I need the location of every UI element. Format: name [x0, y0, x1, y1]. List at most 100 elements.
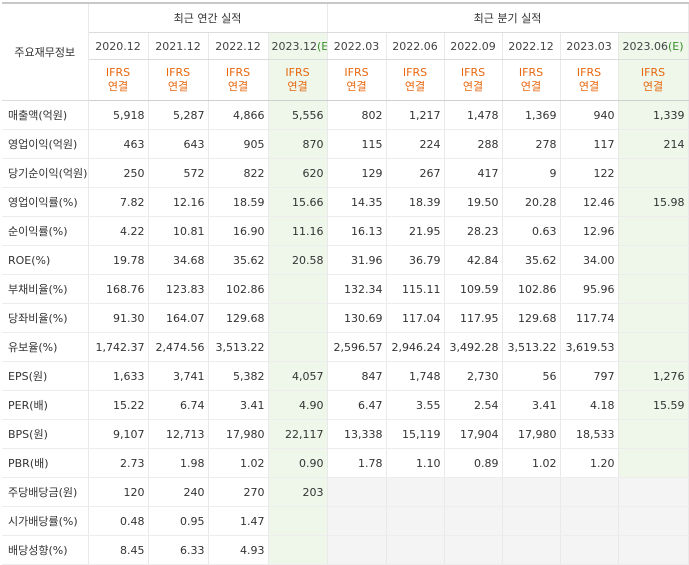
- table-cell: 20.58: [268, 245, 328, 275]
- table-cell: 3,513.22: [502, 332, 561, 362]
- table-cell: [502, 535, 561, 565]
- period-label: 2021.12: [155, 39, 201, 53]
- table-cell: [618, 303, 689, 333]
- ifrs-label: IFRS 연결: [208, 59, 269, 101]
- table-cell: 129: [326, 158, 387, 188]
- financial-table-body: 매출액(억원) 5,918 5,287 4,866 5,556 802 1,217 1,478…: [2, 100, 689, 565]
- row-label: 유보율(%): [2, 332, 89, 362]
- row-label: BPS(원): [2, 419, 89, 449]
- table-cell: 0.48: [88, 506, 149, 536]
- table-cell: 5,287: [148, 100, 209, 130]
- table-cell: 168.76: [88, 274, 149, 304]
- table-cell: 34.68: [148, 245, 209, 275]
- table-cell: 250: [88, 158, 149, 188]
- table-cell: 224: [386, 129, 445, 159]
- table-cell: [560, 535, 619, 565]
- table-cell: [386, 535, 445, 565]
- table-cell: 18.59: [208, 187, 269, 217]
- table-cell: [502, 506, 561, 536]
- table-cell: 463: [88, 129, 149, 159]
- table-cell: 4.18: [560, 390, 619, 420]
- table-cell: 12.46: [560, 187, 619, 217]
- table-cell: 2,596.57: [326, 332, 387, 362]
- table-cell: 278: [502, 129, 561, 159]
- table-cell: 572: [148, 158, 209, 188]
- table-cell: [618, 332, 689, 362]
- row-label: 주당배당금(원): [2, 477, 89, 507]
- table-cell: 12.16: [148, 187, 209, 217]
- table-row: 순이익률(%) 4.22 10.81 16.90 11.16 16.13 21.95 28.2…: [2, 216, 689, 246]
- table-cell: 4.90: [268, 390, 328, 420]
- ifrs-consolidated: 연결: [107, 80, 129, 93]
- table-cell: 2.73: [88, 448, 149, 478]
- financial-summary-table: 주요재무정보 최근 연간 실적 최근 분기 실적 2020.12 2021.12 2…: [2, 2, 689, 565]
- table-cell: 19.78: [88, 245, 149, 275]
- ifrs-label: IFRS 연결: [386, 59, 445, 101]
- ifrs-label: IFRS 연결: [326, 59, 387, 101]
- table-cell: 130.69: [326, 303, 387, 333]
- table-cell: 1,748: [386, 361, 445, 391]
- table-cell: 115.11: [386, 274, 445, 304]
- ifrs-standard: IFRS: [105, 66, 131, 79]
- table-cell: [560, 477, 619, 507]
- table-cell: 240: [148, 477, 209, 507]
- table-cell: 16.90: [208, 216, 269, 246]
- row-label: 당좌비율(%): [2, 303, 89, 333]
- table-cell: 15.98: [618, 187, 689, 217]
- table-cell: 417: [444, 158, 503, 188]
- period-label: 2020.12: [95, 39, 141, 53]
- table-cell: 4.93: [208, 535, 269, 565]
- table-cell: 1,217: [386, 100, 445, 130]
- row-label: ROE(%): [2, 245, 89, 275]
- table-cell: 19.50: [444, 187, 503, 217]
- table-cell: 115: [326, 129, 387, 159]
- period-header: 2022.09: [444, 32, 503, 60]
- table-cell: 17,904: [444, 419, 503, 449]
- ifrs-standard: IFRS: [165, 66, 191, 79]
- table-cell: 102.86: [208, 274, 269, 304]
- table-cell: 3.41: [208, 390, 269, 420]
- table-cell: 1,478: [444, 100, 503, 130]
- table-row: 주당배당금(원) 120 240 270 203: [2, 477, 689, 507]
- table-cell: 18.39: [386, 187, 445, 217]
- table-cell: [618, 158, 689, 188]
- table-cell: [618, 216, 689, 246]
- table-cell: 3,619.53: [560, 332, 619, 362]
- table-cell: 164.07: [148, 303, 209, 333]
- table-cell: 4.22: [88, 216, 149, 246]
- row-label: 영업이익률(%): [2, 187, 89, 217]
- table-cell: 17,980: [208, 419, 269, 449]
- ifrs-label: IFRS 연결: [618, 59, 689, 101]
- row-label: 배당성향(%): [2, 535, 89, 565]
- period-label: 2022.03: [333, 39, 380, 53]
- table-cell: 4,866: [208, 100, 269, 130]
- table-cell: 16.13: [326, 216, 387, 246]
- table-cell: 5,918: [88, 100, 149, 130]
- table-cell: 822: [208, 158, 269, 188]
- table-row: BPS(원) 9,107 12,713 17,980 22,117 13,338 15,11…: [2, 419, 689, 449]
- ifrs-label: IFRS 연결: [88, 59, 149, 101]
- table-cell: [326, 506, 387, 536]
- ifrs-consolidated: 연결: [227, 80, 249, 93]
- table-cell: 1,339: [618, 100, 689, 130]
- table-cell: [560, 506, 619, 536]
- table-cell: 870: [268, 129, 328, 159]
- period-header: 2021.12: [148, 32, 209, 60]
- table-cell: 1.02: [208, 448, 269, 478]
- table-cell: 1.78: [326, 448, 387, 478]
- table-cell: 21.95: [386, 216, 445, 246]
- table-cell: 117.04: [386, 303, 445, 333]
- table-cell: [268, 274, 328, 304]
- row-label: PER(배): [2, 390, 89, 420]
- period-header: 2022.12: [502, 32, 561, 60]
- table-cell: 28.23: [444, 216, 503, 246]
- ifrs-standard: IFRS: [518, 66, 544, 79]
- table-cell: 117.95: [444, 303, 503, 333]
- table-cell: 11.16: [268, 216, 328, 246]
- ifrs-consolidated: 연결: [462, 80, 484, 93]
- row-label: 부채비율(%): [2, 274, 89, 304]
- row-label: 시가배당률(%): [2, 506, 89, 536]
- table-cell: 122: [560, 158, 619, 188]
- table-cell: 3.55: [386, 390, 445, 420]
- ifrs-consolidated: 연결: [642, 80, 664, 93]
